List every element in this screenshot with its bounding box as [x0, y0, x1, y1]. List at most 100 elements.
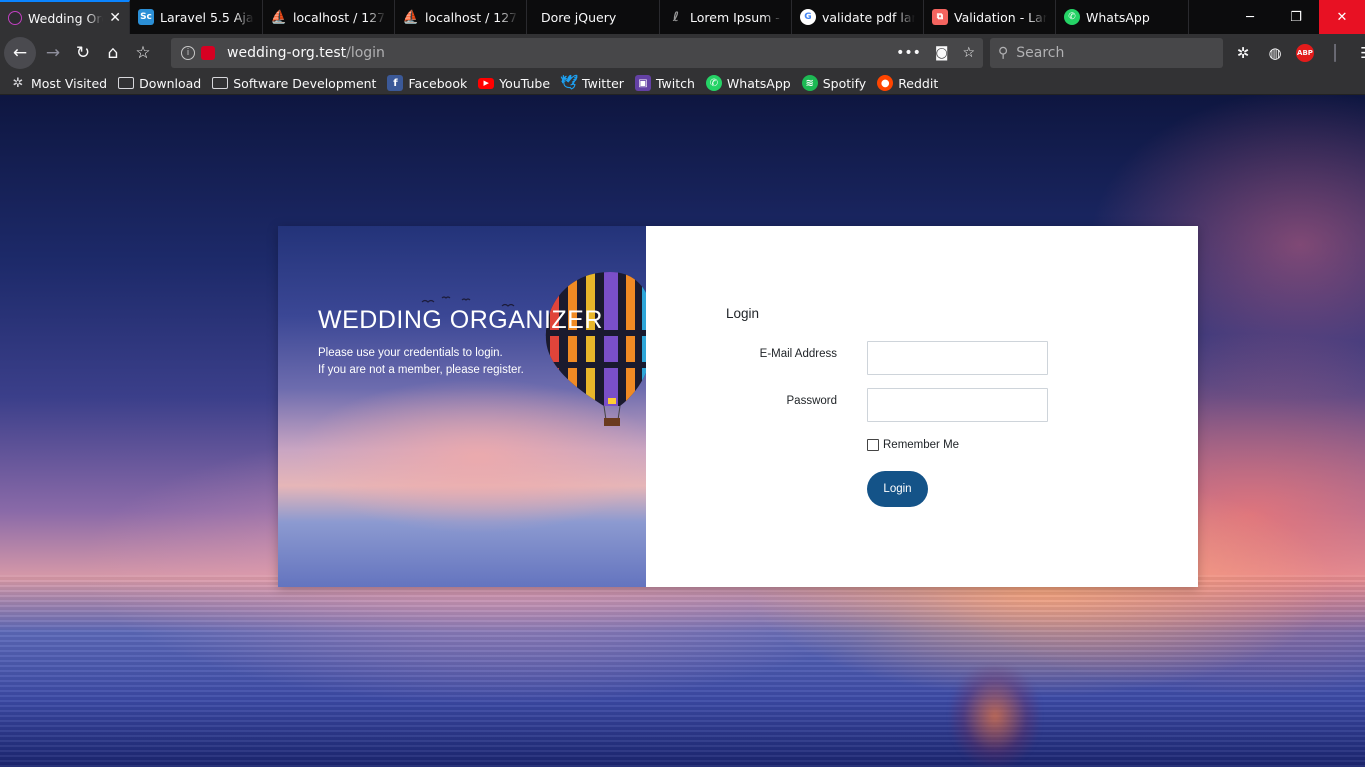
brand-title: WEDDING ORGANIZER [318, 306, 603, 334]
tab-localhost-2[interactable]: ⛵ localhost / 127.0. [395, 0, 527, 34]
bookmark-download[interactable]: Download [118, 75, 201, 91]
bookmark-label: YouTube [499, 75, 551, 91]
balloon-reflection [950, 665, 1040, 767]
facebook-icon: f [387, 75, 404, 91]
email-label: E-Mail Address [759, 348, 837, 360]
globe-icon[interactable]: ◍ [1264, 42, 1286, 64]
twitter-icon: 🕊 [560, 75, 578, 91]
home-button[interactable]: ⌂ [98, 38, 128, 68]
bookmark-label: Twitter [582, 75, 624, 91]
hero-panel: WEDDING ORGANIZER Please use your creden… [278, 226, 646, 587]
spotify-icon: ≋ [801, 75, 818, 91]
sc-icon: Sc [138, 9, 154, 25]
login-button[interactable]: Login [867, 471, 928, 507]
bookmark-most-visited[interactable]: ✲ Most Visited [10, 75, 108, 91]
bookmark-software-development[interactable]: Software Development [212, 75, 376, 91]
bookmark-youtube[interactable]: ▶ YouTube [478, 76, 550, 91]
page-actions-icon[interactable]: ••• [896, 45, 921, 61]
tab-label: Dore jQuery [541, 9, 617, 25]
bookmark-label: Facebook [408, 75, 468, 91]
hamburger-menu-icon[interactable]: ☰ [1356, 42, 1365, 64]
adblock-icon[interactable]: ABP [1296, 44, 1314, 62]
login-card: WEDDING ORGANIZER Please use your creden… [278, 226, 1198, 587]
search-icon: ⚲ [998, 45, 1009, 61]
forward-button[interactable]: → [38, 38, 68, 68]
login-form: Login E-Mail Address Password Remember M… [646, 226, 1198, 587]
laravel-icon: ⧉ [932, 9, 948, 25]
navigation-toolbar: ← → ↻ ⌂ ☆ i wedding-org.test/login ••• ◙… [0, 34, 1365, 72]
url-host: wedding-org.test [227, 45, 347, 61]
bookmark-label: Most Visited [31, 75, 108, 91]
bookmarks-toolbar: ✲ Most Visited Download Software Develop… [0, 72, 1365, 95]
gear-icon[interactable]: ✲ [1232, 42, 1254, 64]
wedding-org-icon [8, 11, 22, 25]
login-title: Login [726, 306, 760, 321]
restore-icon[interactable]: ❐ [1273, 0, 1319, 34]
twitch-icon: ▣ [634, 75, 651, 91]
search-placeholder: Search [1016, 45, 1065, 61]
remember-me-label: Remember Me [883, 439, 960, 451]
tab-laravel-ajax[interactable]: Sc Laravel 5.5 Ajax T [130, 0, 263, 34]
tab-localhost-1[interactable]: ⛵ localhost / 127.0. [263, 0, 395, 34]
youtube-icon: ▶ [478, 77, 495, 89]
phpmyadmin-icon: ⛵ [270, 9, 288, 25]
bookmark-label: Twitch [655, 75, 695, 91]
bookmark-spotify[interactable]: ≋ Spotify [801, 75, 867, 91]
bookmark-twitter[interactable]: 🕊 Twitter [560, 75, 624, 91]
window-close-icon[interactable]: ✕ [1319, 0, 1365, 34]
tab-validation-laravel[interactable]: ⧉ Validation - Larav [924, 0, 1056, 34]
minimize-icon[interactable]: ─ [1227, 0, 1273, 34]
tab-whatsapp[interactable]: ✆ WhatsApp [1056, 0, 1189, 34]
tab-label: Lorem Ipsum - A [690, 9, 783, 25]
phpmyadmin-icon: ⛵ [402, 9, 420, 25]
site-info-icon[interactable]: i [181, 46, 195, 60]
folder-icon [118, 75, 135, 91]
tab-google-search[interactable]: G validate pdf larav [792, 0, 924, 34]
bookmark-label: Reddit [898, 75, 939, 91]
search-input[interactable]: ⚲ Search [990, 38, 1223, 68]
remember-me[interactable]: Remember Me [867, 439, 959, 451]
insecure-lock-icon[interactable] [201, 46, 215, 60]
hero-subtitle: Please use your credentials to login. If… [318, 345, 524, 379]
password-field[interactable] [867, 388, 1048, 422]
tab-label: WhatsApp [1086, 9, 1150, 25]
back-button[interactable]: ← [4, 37, 36, 69]
bookmark-facebook[interactable]: f Facebook [387, 75, 467, 91]
tab-lorem-ipsum[interactable]: ℓ Lorem Ipsum - A [660, 0, 792, 34]
tab-strip: Wedding Org ✕ Sc Laravel 5.5 Ajax T ⛵ lo… [0, 0, 1365, 34]
tab-label: Laravel 5.5 Ajax T [160, 9, 254, 25]
bookmark-label: Download [139, 75, 202, 91]
tab-dore-jquery[interactable]: Dore jQuery [527, 0, 660, 34]
close-icon[interactable]: ✕ [109, 10, 121, 26]
gear-icon: ✲ [12, 75, 24, 91]
window-controls: ─ ❐ ✕ [1227, 0, 1365, 34]
tab-label: Validation - Larav [954, 9, 1047, 25]
reload-button[interactable]: ↻ [68, 38, 98, 68]
url-bar[interactable]: i wedding-org.test/login ••• ◙ ☆ [171, 38, 983, 68]
url-path: /login [346, 45, 385, 61]
remember-me-checkbox[interactable] [867, 439, 879, 451]
lipsum-icon: ℓ [672, 9, 680, 25]
bookmark-twitch[interactable]: ▣ Twitch [634, 75, 695, 91]
bookmark-reddit[interactable]: ● Reddit [877, 75, 938, 91]
bookmark-label: Spotify [822, 75, 867, 91]
tab-label: localhost / 127.0. [293, 9, 386, 25]
tab-label: Wedding Org [28, 10, 104, 26]
bookmark-star-icon[interactable]: ☆ [128, 38, 158, 68]
sidebar-toggle-icon[interactable]: │ [1324, 42, 1346, 64]
google-icon: G [800, 9, 816, 25]
bookmark-whatsapp[interactable]: ✆ WhatsApp [705, 75, 791, 91]
tab-label: localhost / 127.0. [425, 9, 518, 25]
whatsapp-icon: ✆ [705, 75, 722, 91]
whatsapp-icon: ✆ [1064, 9, 1080, 25]
folder-icon [212, 75, 229, 91]
pocket-icon[interactable]: ◙ [935, 45, 949, 61]
hero-line-2: If you are not a member, please register… [318, 364, 524, 376]
password-label: Password [786, 395, 838, 407]
star-icon[interactable]: ☆ [962, 45, 975, 61]
email-field[interactable] [867, 341, 1048, 375]
bookmark-label: Software Development [233, 75, 377, 91]
tab-label: validate pdf larav [822, 9, 915, 25]
tab-wedding-org[interactable]: Wedding Org ✕ [0, 0, 130, 34]
hero-line-1: Please use your credentials to login. [318, 347, 503, 359]
